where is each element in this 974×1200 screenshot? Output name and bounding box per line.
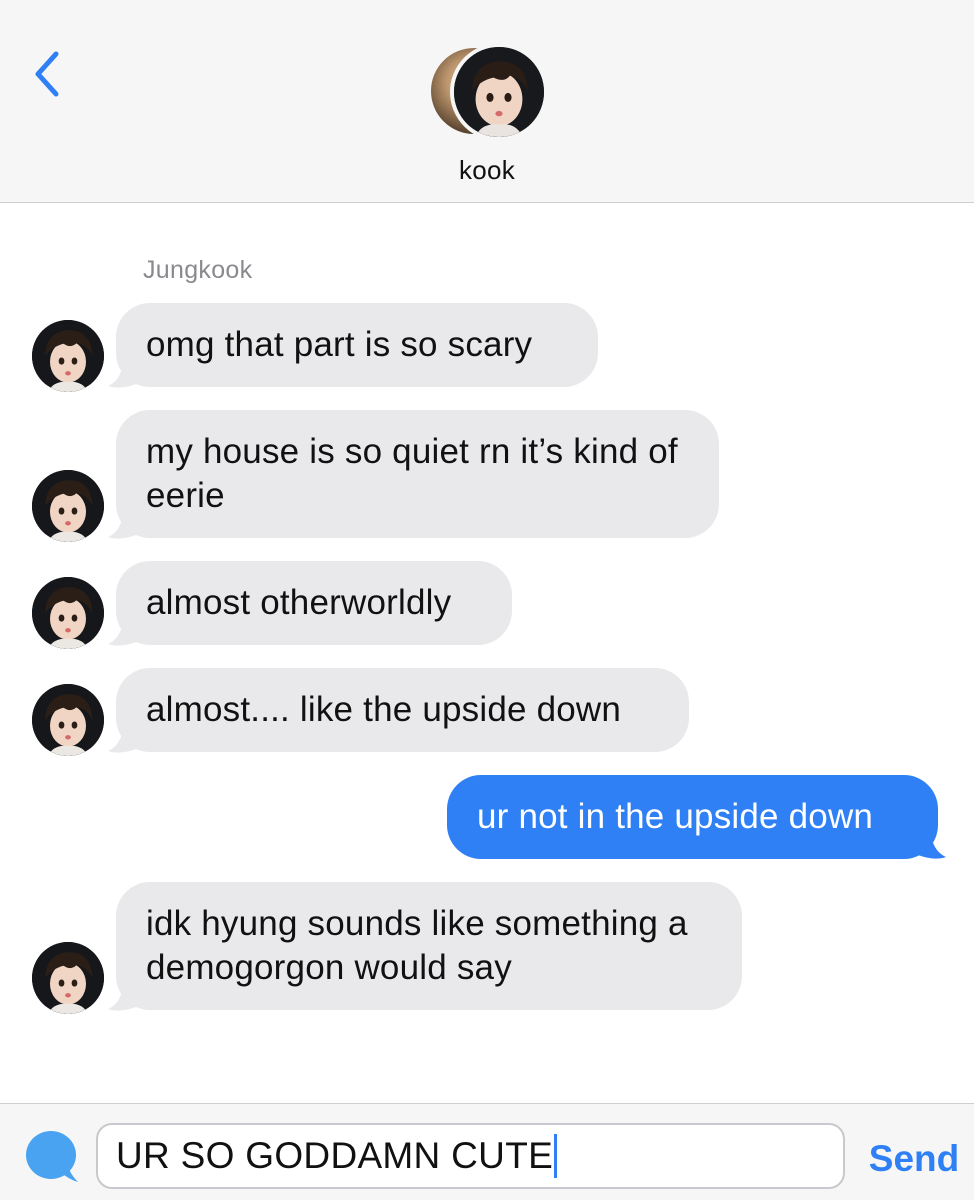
contact-name[interactable]: kook [0, 155, 974, 186]
message-input[interactable]: UR SO GODDAMN CUTE [96, 1123, 845, 1189]
avatar-photo-icon [32, 684, 104, 756]
avatar-photo-icon [32, 942, 104, 1014]
avatar-photo-icon [32, 470, 104, 542]
chat-bubble-icon[interactable] [20, 1128, 80, 1186]
incoming-message-bubble[interactable]: almost otherworldly [116, 561, 512, 645]
sender-avatar[interactable] [32, 470, 104, 542]
messages-screen: kook Jungkook omg that part is so scary [0, 0, 974, 1200]
text-cursor [554, 1134, 558, 1178]
conversation-header: kook [0, 0, 974, 203]
sender-avatar[interactable] [32, 577, 104, 649]
incoming-message-bubble[interactable]: almost.... like the upside down [116, 668, 689, 752]
message-input-value: UR SO GODDAMN CUTE [116, 1135, 554, 1176]
message-composer: UR SO GODDAMN CUTE Send [0, 1103, 974, 1200]
incoming-message-bubble[interactable]: idk hyung sounds like something a demogo… [116, 882, 742, 1010]
incoming-message-bubble[interactable]: my house is so quiet rn it’s kind of eer… [116, 410, 719, 538]
contact-avatar [450, 43, 548, 141]
outgoing-message-bubble[interactable]: ur not in the upside down [447, 775, 938, 859]
avatar-photo-icon [32, 320, 104, 392]
sender-avatar[interactable] [32, 320, 104, 392]
sender-label: Jungkook [143, 256, 253, 284]
sender-avatar[interactable] [32, 942, 104, 1014]
contact-avatar-group[interactable] [428, 43, 548, 143]
chevron-left-icon[interactable] [30, 48, 70, 98]
send-button[interactable]: Send [864, 1134, 964, 1184]
avatar-photo-icon [454, 47, 544, 137]
incoming-message-bubble[interactable]: omg that part is so scary [116, 303, 598, 387]
sender-avatar[interactable] [32, 684, 104, 756]
avatar-photo-icon [32, 577, 104, 649]
